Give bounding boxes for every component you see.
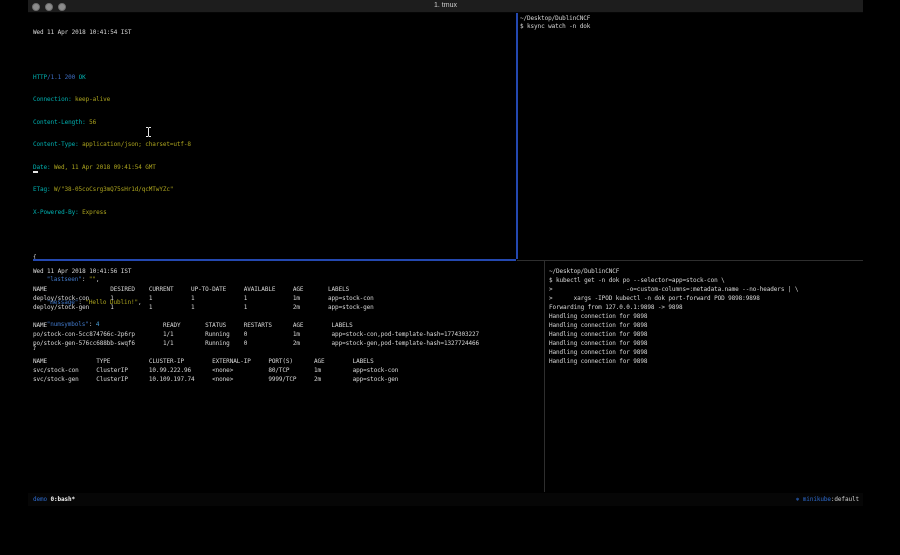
kube-namespace: :default (831, 496, 859, 503)
http-version-code: /1.1 200 (47, 74, 75, 81)
header-value: keep-alive (72, 96, 111, 103)
desktop-background: 1. tmux Wed 11 Apr 2018 10:41:54 IST HTT… (0, 0, 900, 555)
header-value: application/json; charset=utf-8 (79, 141, 191, 148)
kubectl-output: Wed 11 Apr 2018 10:41:56 IST NAME DESIRE… (33, 267, 541, 384)
pane-kubectl-get[interactable]: Wed 11 Apr 2018 10:41:56 IST NAME DESIRE… (33, 267, 541, 489)
mouse-ibeam-cursor (145, 122, 152, 141)
header-name: X-Powered-By: (33, 209, 79, 216)
header-value: W/"38-05coCsrg3mQ75sHr1d/qcMTwYZc" (51, 186, 174, 193)
pane-border-horizontal[interactable] (517, 260, 863, 261)
header-value: Wed, 11 Apr 2018 09:41:54 GMT (51, 164, 156, 171)
header-name: Content-Length: (33, 119, 86, 126)
ksync-output: ~/Desktop/DublinCNCF $ ksync watch -n do… (520, 15, 860, 32)
http-header-line: X-Powered-By:Express (33, 209, 513, 218)
port-forward-output: ~/Desktop/DublinCNCF $ kubectl get -n do… (549, 267, 861, 366)
timestamp-line: Wed 11 Apr 2018 10:41:54 IST (33, 29, 513, 38)
tmux-status-bar: demo0:bash* ⎈ minikube:default (28, 493, 863, 506)
terminal-window: 1. tmux Wed 11 Apr 2018 10:41:54 IST HTT… (28, 0, 863, 507)
http-header-line: Content-Length:56 (33, 119, 513, 128)
header-value: Express (79, 209, 107, 216)
http-status-line: HTTP/1.1 200OK (33, 74, 513, 83)
header-name: ETag: (33, 186, 51, 193)
active-pane-border-vertical[interactable] (516, 13, 518, 259)
http-header-line: ETag:W/"38-05coCsrg3mQ75sHr1d/qcMTwYZc" (33, 186, 513, 195)
terminal-cursor (33, 171, 38, 173)
pane-port-forward[interactable]: ~/Desktop/DublinCNCF $ kubectl get -n do… (549, 267, 861, 489)
header-name: Content-Type: (33, 141, 79, 148)
status-left: demo0:bash* (33, 493, 75, 506)
header-name: Date: (33, 164, 51, 171)
window-title: 1. tmux (28, 2, 863, 9)
window-titlebar[interactable]: 1. tmux (28, 0, 863, 13)
http-header-line: Date:Wed, 11 Apr 2018 09:41:54 GMT (33, 164, 513, 173)
header-name: Connection: (33, 96, 72, 103)
json-open-brace: { (33, 254, 513, 263)
blank-line (33, 231, 513, 240)
pane-ksync[interactable]: ~/Desktop/DublinCNCF $ ksync watch -n do… (520, 15, 860, 257)
http-reason: OK (75, 74, 85, 81)
http-header-line: Connection:keep-alive (33, 96, 513, 105)
pane-http-response[interactable]: Wed 11 Apr 2018 10:41:54 IST HTTP/1.1 20… (33, 15, 513, 257)
window-tab-bash: 0:bash* (47, 496, 75, 503)
http-header-line: Content-Type:application/json; charset=u… (33, 141, 513, 150)
active-pane-border-horizontal[interactable] (33, 259, 516, 261)
blank-line (33, 51, 513, 60)
session-name: demo (33, 496, 47, 503)
status-right: ⎈ minikube:default (796, 493, 859, 506)
header-value: 56 (86, 119, 96, 126)
kube-context-with-helm-icon: ⎈ minikube (796, 496, 831, 503)
http-proto: HTTP (33, 74, 47, 81)
pane-border-vertical[interactable] (544, 261, 545, 492)
